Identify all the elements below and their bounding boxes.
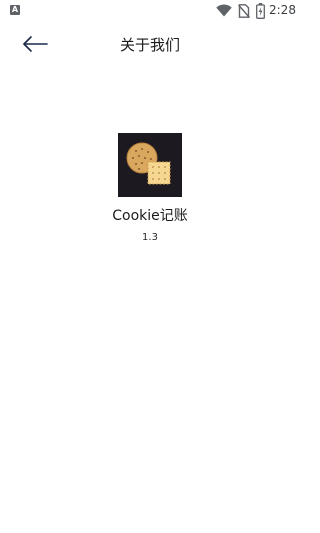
status-bar: A 2:28	[0, 0, 300, 22]
page-title: 关于我们	[119, 36, 180, 54]
cookie-cracker-logo-icon	[118, 133, 182, 197]
wifi-icon	[216, 4, 232, 17]
about-screen: A 2:28 关于我们 Cookie记账 1.3	[0, 0, 300, 533]
no-sim-icon	[238, 4, 250, 18]
status-time: 2:28	[269, 3, 296, 17]
notification-app-icon-letter: A	[11, 5, 19, 14]
battery-icon	[256, 3, 265, 19]
app-name: Cookie记账	[112, 208, 188, 224]
top-app-bar: 关于我们	[0, 22, 300, 66]
notification-app-icon: A	[10, 5, 20, 15]
app-logo	[118, 133, 182, 197]
app-version: 1.3	[142, 232, 158, 243]
